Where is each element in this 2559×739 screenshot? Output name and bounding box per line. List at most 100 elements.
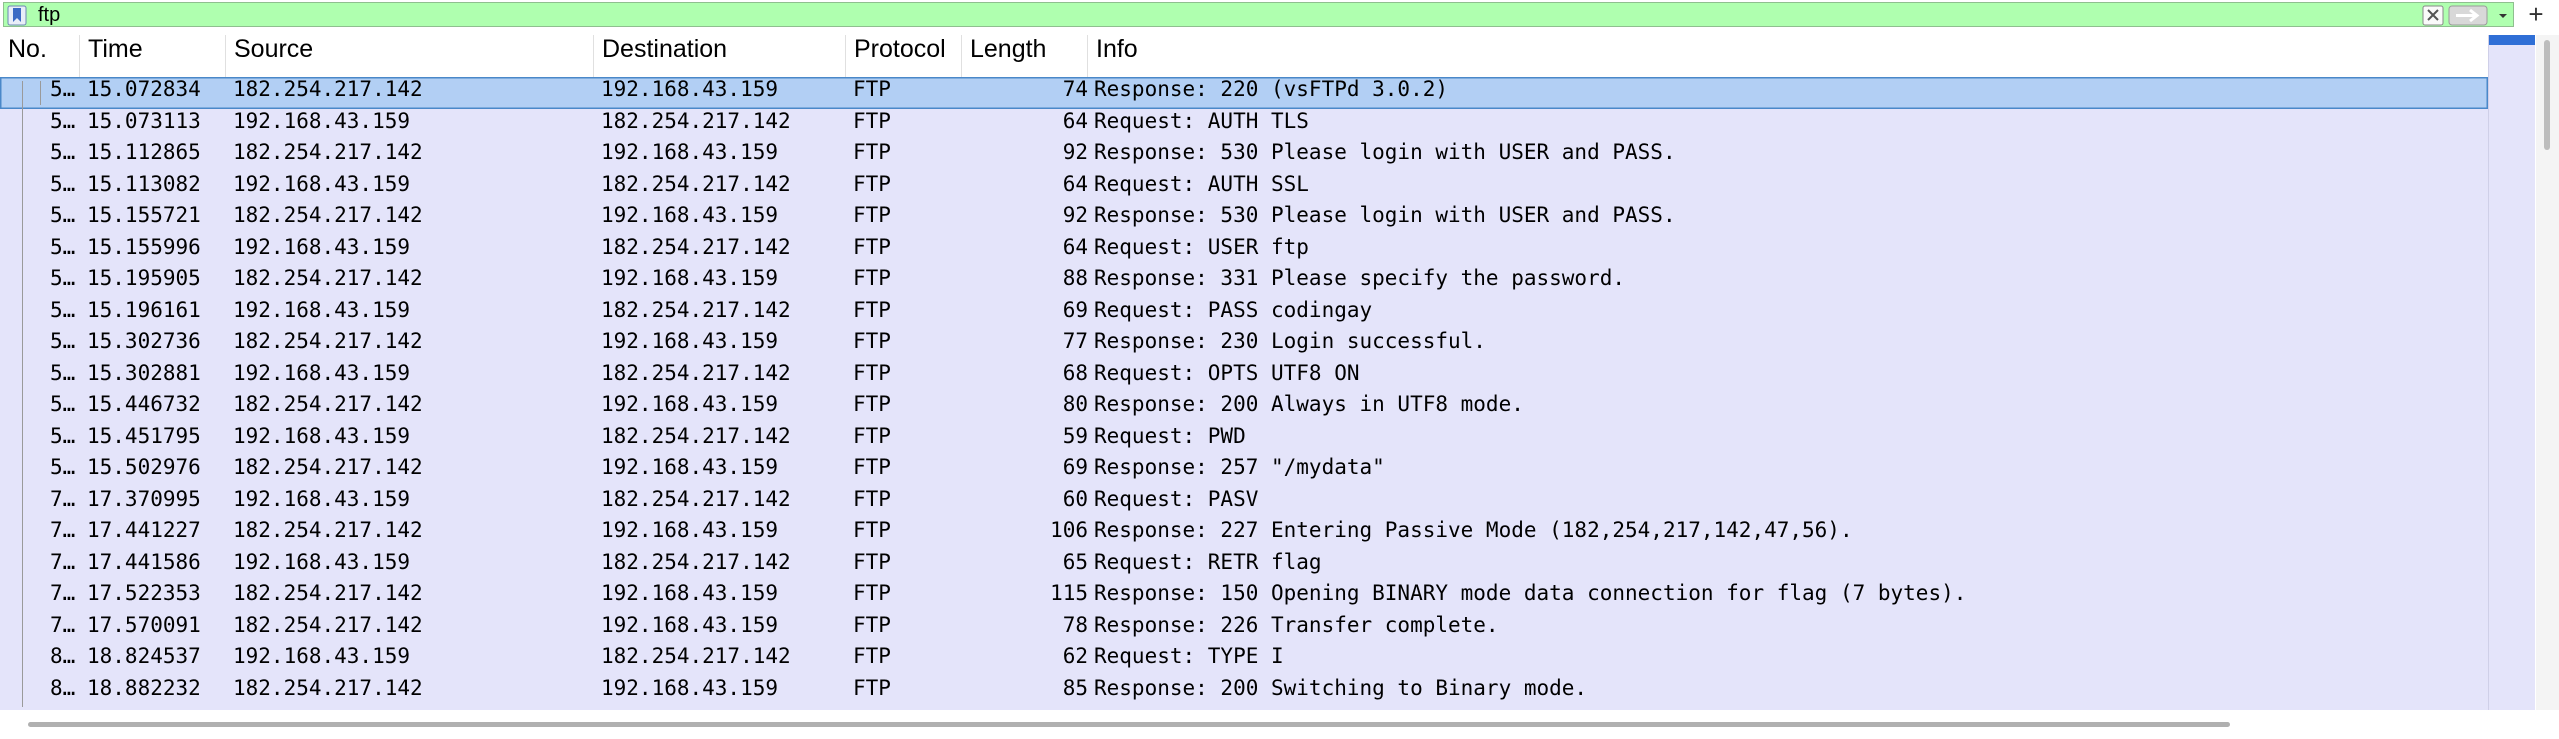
conversation-tree-line	[22, 234, 23, 266]
apply-arrow-icon[interactable]	[2448, 5, 2488, 26]
display-filter-bar: +	[0, 0, 2559, 31]
table-row[interactable]: 5… 15.302736 182.254.217.142 192.168.43.159…	[0, 329, 2488, 361]
horizontal-scroll-thumb[interactable]	[28, 722, 2230, 727]
packet-time: 15.446732	[87, 392, 201, 416]
column-header-time[interactable]: Time	[80, 35, 226, 77]
packet-source: 192.168.43.159	[233, 644, 411, 668]
packet-info: Request: TYPE I	[1094, 644, 1284, 668]
horizontal-scrollbar[interactable]	[0, 710, 2559, 739]
packet-source: 182.254.217.142	[233, 329, 423, 353]
table-row[interactable]: 5… 15.113082 192.168.43.159 182.254.217.142…	[0, 171, 2488, 203]
chevron-down-icon[interactable]	[2494, 5, 2512, 26]
packet-time: 17.441227	[87, 518, 201, 542]
packet-destination: 192.168.43.159	[601, 518, 779, 542]
column-header-info[interactable]: Info	[1088, 35, 2488, 77]
table-row[interactable]: 5… 15.155996 192.168.43.159 182.254.217.142…	[0, 234, 2488, 266]
column-header-length[interactable]: Length	[962, 35, 1088, 77]
packet-source: 192.168.43.159	[233, 234, 411, 259]
packet-source: 182.254.217.142	[233, 203, 423, 227]
table-row[interactable]: 8… 18.824537 192.168.43.159 182.254.217.142…	[0, 644, 2488, 676]
packet-number: 7…	[50, 581, 76, 605]
table-row[interactable]: 7… 17.441227 182.254.217.142 192.168.43.159…	[0, 518, 2488, 550]
packet-length: 78	[1062, 612, 1088, 637]
table-row[interactable]: 5… 15.451795 192.168.43.159 182.254.217.142…	[0, 423, 2488, 455]
minimap-selection-marker	[2489, 35, 2535, 45]
table-row-selected[interactable]: 5… 15.072834 182.254.217.142 192.168.43.159…	[0, 77, 2488, 109]
packet-protocol: FTP	[853, 297, 891, 322]
packet-destination: 182.254.217.142	[601, 108, 791, 133]
packet-source: 192.168.43.159	[233, 360, 411, 385]
packet-destination: 192.168.43.159	[601, 266, 779, 290]
table-row[interactable]: 5… 15.195905 182.254.217.142 192.168.43.159…	[0, 266, 2488, 298]
packet-source: 182.254.217.142	[233, 455, 423, 479]
filter-input[interactable]	[38, 3, 2398, 28]
packet-source: 182.254.217.142	[233, 581, 423, 605]
packet-length: 68	[1062, 360, 1088, 385]
packet-source: 192.168.43.159	[233, 171, 411, 196]
table-row[interactable]: 5… 15.196161 192.168.43.159 182.254.217.142…	[0, 297, 2488, 329]
packet-number: 5…	[50, 329, 76, 353]
table-row[interactable]: 8… 18.882232 182.254.217.142 192.168.43.159…	[0, 675, 2488, 707]
packet-protocol: FTP	[853, 203, 891, 227]
packet-number: 5…	[50, 171, 76, 196]
table-row[interactable]: 7… 17.441586 192.168.43.159 182.254.217.142…	[0, 549, 2488, 581]
packet-time: 17.570091	[87, 612, 201, 637]
display-filter-field[interactable]	[3, 2, 2514, 28]
packet-number: 5…	[50, 455, 76, 479]
vertical-scroll-thumb[interactable]	[2544, 40, 2550, 150]
table-row[interactable]: 5… 15.155721 182.254.217.142 192.168.43.159…	[0, 203, 2488, 235]
packet-length: 88	[1062, 266, 1088, 290]
table-row[interactable]: 5… 15.302881 192.168.43.159 182.254.217.142…	[0, 360, 2488, 392]
conversation-tree-line	[22, 486, 23, 518]
packet-length: 64	[1062, 108, 1088, 133]
packet-number: 5…	[50, 392, 76, 416]
column-header-protocol[interactable]: Protocol	[846, 35, 962, 77]
packet-length: 65	[1062, 549, 1088, 574]
packet-length: 74	[1062, 77, 1088, 101]
packet-time: 15.302881	[87, 360, 201, 385]
packet-destination: 192.168.43.159	[601, 612, 779, 637]
conversation-tree-line	[22, 81, 23, 109]
packet-source: 182.254.217.142	[233, 518, 423, 542]
conversation-tree-line	[22, 675, 23, 707]
packet-destination: 192.168.43.159	[601, 77, 779, 101]
packet-time: 15.112865	[87, 140, 201, 164]
table-row[interactable]: 7… 17.522353 182.254.217.142 192.168.43.159…	[0, 581, 2488, 613]
table-row[interactable]: 5… 15.073113 192.168.43.159 182.254.217.142…	[0, 108, 2488, 140]
clear-icon[interactable]	[2422, 5, 2444, 26]
packet-info: Response: 257 "/mydata"	[1094, 455, 1385, 479]
packet-destination: 182.254.217.142	[601, 644, 791, 668]
packet-time: 15.451795	[87, 423, 201, 448]
column-header-destination[interactable]: Destination	[594, 35, 846, 77]
packet-protocol: FTP	[853, 486, 891, 511]
packet-source: 192.168.43.159	[233, 297, 411, 322]
packet-protocol: FTP	[853, 329, 891, 353]
packet-minimap[interactable]	[2488, 35, 2535, 710]
conversation-tree-line	[22, 329, 23, 361]
column-header-no[interactable]: No.	[0, 35, 80, 77]
packet-number: 5…	[50, 203, 76, 227]
table-row[interactable]: 7… 17.570091 182.254.217.142 192.168.43.159…	[0, 612, 2488, 644]
packet-destination: 182.254.217.142	[601, 549, 791, 574]
packet-destination: 182.254.217.142	[601, 486, 791, 511]
table-row[interactable]: 5… 15.112865 182.254.217.142 192.168.43.159…	[0, 140, 2488, 172]
packet-protocol: FTP	[853, 360, 891, 385]
packet-list: 5… 15.072834 182.254.217.142 192.168.43.159…	[0, 77, 2488, 710]
packet-protocol: FTP	[853, 518, 891, 542]
column-header-source[interactable]: Source	[226, 35, 594, 77]
packet-protocol: FTP	[853, 581, 891, 605]
table-row[interactable]: 7… 17.370995 192.168.43.159 182.254.217.142…	[0, 486, 2488, 518]
conversation-tree-line	[22, 644, 23, 676]
packet-source: 182.254.217.142	[233, 392, 423, 416]
packet-number: 7…	[50, 549, 76, 574]
packet-protocol: FTP	[853, 108, 891, 133]
add-filter-button[interactable]: +	[2518, 0, 2554, 28]
packet-time: 15.073113	[87, 108, 201, 133]
conversation-tree-line	[22, 297, 23, 329]
table-row[interactable]: 5… 15.446732 182.254.217.142 192.168.43.159…	[0, 392, 2488, 424]
packet-number: 7…	[50, 612, 76, 637]
packet-time: 17.370995	[87, 486, 201, 511]
bookmark-icon[interactable]	[7, 5, 27, 26]
packet-destination: 192.168.43.159	[601, 392, 779, 416]
table-row[interactable]: 5… 15.502976 182.254.217.142 192.168.43.159…	[0, 455, 2488, 487]
